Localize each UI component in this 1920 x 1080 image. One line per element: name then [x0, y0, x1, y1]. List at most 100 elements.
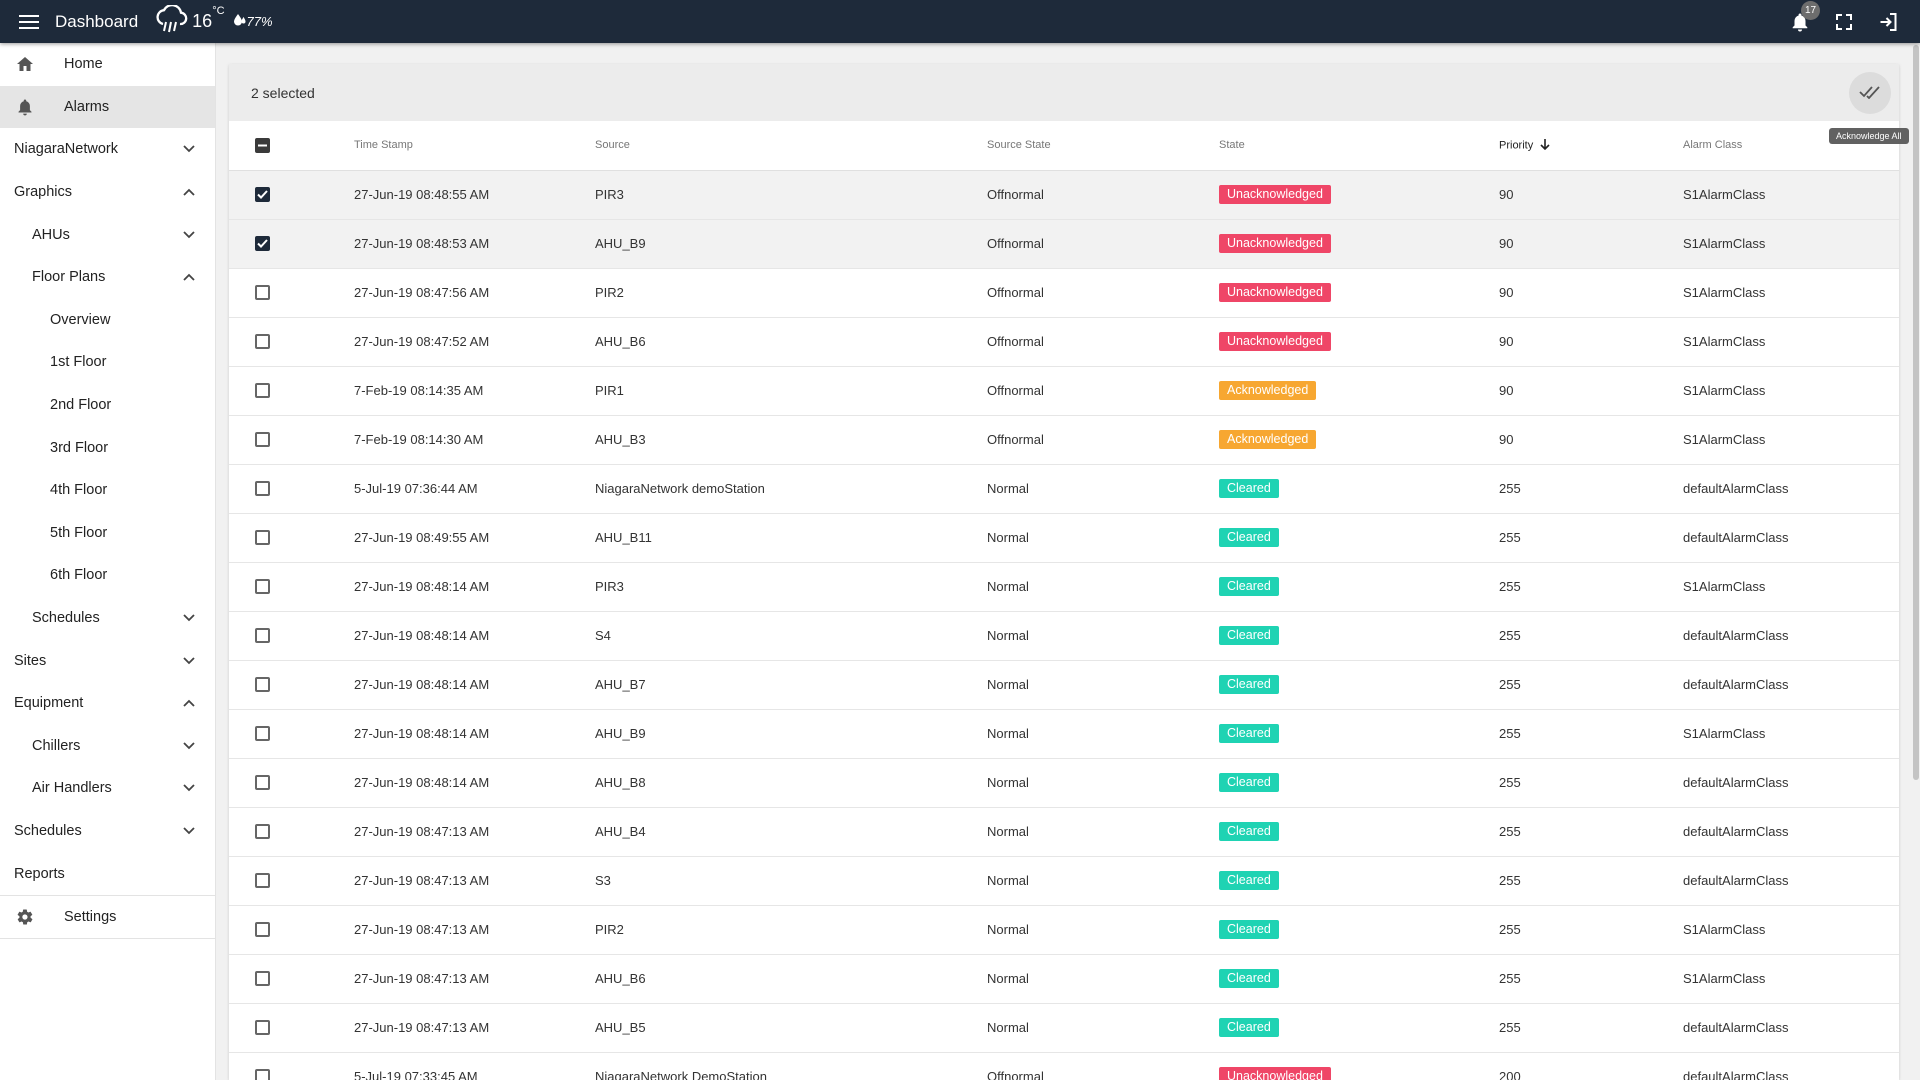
cell-source: AHU_B6: [595, 317, 987, 367]
table-row[interactable]: 27-Jun-19 08:48:14 AM AHU_B9 Normal Cleared…: [229, 709, 1899, 759]
row-select-cell: [229, 366, 354, 416]
row-checkbox[interactable]: [255, 971, 270, 986]
row-checkbox[interactable]: [255, 726, 270, 741]
row-checkbox[interactable]: [255, 432, 270, 447]
cell-state: Cleared: [1219, 660, 1499, 710]
sidebar-item-overview[interactable]: Overview: [0, 299, 215, 342]
sidebar-item-4th-floor[interactable]: 4th Floor: [0, 469, 215, 512]
sidebar-item-floor-plans[interactable]: Floor Plans: [0, 256, 215, 299]
page-scrollbar-thumb[interactable]: [1913, 45, 1919, 780]
cell-source: AHU_B4: [595, 807, 987, 857]
table-row[interactable]: 27-Jun-19 08:47:56 AM PIR2 Offnormal Unackn…: [229, 268, 1899, 318]
sidebar-item-niagaranetwork[interactable]: NiagaraNetwork: [0, 128, 215, 171]
row-select-cell: [229, 219, 354, 269]
sidebar-item-graphics[interactable]: Graphics: [0, 171, 215, 214]
row-select-cell: [229, 905, 354, 955]
cell-state: Unacknowledged: [1219, 1052, 1499, 1080]
table-row[interactable]: 27-Jun-19 08:48:14 AM S4 Normal Cleared 255 d…: [229, 611, 1899, 661]
table-row[interactable]: 27-Jun-19 08:48:14 AM PIR3 Normal Cleared 25…: [229, 562, 1899, 612]
table-row[interactable]: 27-Jun-19 08:47:13 AM S3 Normal Cleared 255 d…: [229, 856, 1899, 906]
sidebar-item-label: Sites: [14, 652, 47, 669]
sidebar-item-air-handlers[interactable]: Air Handlers: [0, 767, 215, 810]
sidebar-item-reports[interactable]: Reports: [0, 852, 215, 895]
table-row[interactable]: 7-Feb-19 08:14:35 AM PIR1 Offnormal Acknowl…: [229, 366, 1899, 416]
table-row[interactable]: 27-Jun-19 08:47:13 AM AHU_B5 Normal Cleared…: [229, 1003, 1899, 1053]
cell-alarm-class: defaultAlarmClass: [1683, 1003, 1899, 1053]
sidebar-item-2nd-floor[interactable]: 2nd Floor: [0, 384, 215, 427]
fullscreen-icon[interactable]: [1832, 10, 1856, 34]
sidebar-item-6th-floor[interactable]: 6th Floor: [0, 554, 215, 597]
row-checkbox[interactable]: [255, 922, 270, 937]
table-row[interactable]: 27-Jun-19 08:48:14 AM AHU_B7 Normal Cleared…: [229, 660, 1899, 710]
table-row[interactable]: 27-Jun-19 08:48:14 AM AHU_B8 Normal Cleared…: [229, 758, 1899, 808]
cell-source-state: Offnormal: [987, 317, 1219, 367]
sidebar-item-ahus[interactable]: AHUs: [0, 213, 215, 256]
column-header-timestamp[interactable]: Time Stamp: [354, 121, 595, 171]
row-checkbox[interactable]: [255, 285, 270, 300]
acknowledge-all-button[interactable]: [1849, 72, 1891, 114]
table-row[interactable]: 7-Feb-19 08:14:30 AM AHU_B3 Offnormal Ackno…: [229, 415, 1899, 465]
select-all-checkbox[interactable]: [255, 137, 270, 153]
cell-source-state: Normal: [987, 1003, 1219, 1053]
sidebar-item-3rd-floor[interactable]: 3rd Floor: [0, 426, 215, 469]
notifications-bell-icon[interactable]: 17: [1788, 0, 1820, 34]
alarms-panel: 2 selected Time Stamp Source Source Stat…: [229, 64, 1899, 1080]
row-checkbox[interactable]: [255, 481, 270, 496]
cell-timestamp: 27-Jun-19 08:48:14 AM: [354, 660, 595, 710]
cell-alarm-class: S1AlarmClass: [1683, 219, 1899, 269]
table-row[interactable]: 27-Jun-19 08:47:13 AM AHU_B6 Normal Cleared…: [229, 954, 1899, 1004]
cell-source: PIR1: [595, 366, 987, 416]
table-row[interactable]: 5-Jul-19 07:33:45 AM NiagaraNetwork DemoS…: [229, 1052, 1899, 1080]
row-checkbox[interactable]: [255, 775, 270, 790]
table-row[interactable]: 27-Jun-19 08:47:52 AM AHU_B6 Offnormal Unac…: [229, 317, 1899, 367]
table-row[interactable]: 27-Jun-19 08:47:13 AM PIR2 Normal Cleared 25…: [229, 905, 1899, 955]
table-row[interactable]: 27-Jun-19 08:48:55 AM PIR3 Offnormal Unackn…: [229, 170, 1899, 220]
row-checkbox[interactable]: [255, 677, 270, 692]
table-row[interactable]: 27-Jun-19 08:47:13 AM AHU_B4 Normal Cleared…: [229, 807, 1899, 857]
table-row[interactable]: 5-Jul-19 07:36:44 AM NiagaraNetwork demoS…: [229, 464, 1899, 514]
row-checkbox[interactable]: [255, 187, 270, 202]
cell-priority: 255: [1499, 709, 1683, 759]
cell-source: AHU_B3: [595, 415, 987, 465]
sidebar-item-graphics-schedules[interactable]: Schedules: [0, 597, 215, 640]
sidebar-item-settings[interactable]: Settings: [0, 896, 215, 939]
sidebar-item-chillers[interactable]: Chillers: [0, 725, 215, 768]
row-checkbox[interactable]: [255, 579, 270, 594]
row-checkbox[interactable]: [255, 383, 270, 398]
sidebar-item-sites[interactable]: Sites: [0, 639, 215, 682]
row-checkbox[interactable]: [255, 1020, 270, 1035]
cell-priority: 255: [1499, 1003, 1683, 1053]
cell-priority: 90: [1499, 170, 1683, 220]
row-checkbox[interactable]: [255, 824, 270, 839]
hamburger-menu-icon[interactable]: [17, 10, 41, 34]
sidebar-item-alarms[interactable]: Alarms: [0, 85, 215, 129]
row-checkbox[interactable]: [255, 530, 270, 545]
row-select-cell: [229, 807, 354, 857]
cell-source: S3: [595, 856, 987, 906]
row-checkbox[interactable]: [255, 236, 270, 251]
row-checkbox[interactable]: [255, 628, 270, 643]
sidebar-item-1st-floor[interactable]: 1st Floor: [0, 341, 215, 384]
column-header-state[interactable]: State: [1219, 121, 1499, 171]
sidebar-item-5th-floor[interactable]: 5th Floor: [0, 512, 215, 555]
cell-priority: 90: [1499, 366, 1683, 416]
row-checkbox[interactable]: [255, 873, 270, 888]
table-row[interactable]: 27-Jun-19 08:48:53 AM AHU_B9 Offnormal Unac…: [229, 219, 1899, 269]
cell-source: PIR2: [595, 268, 987, 318]
table-row[interactable]: 27-Jun-19 08:49:55 AM AHU_B11 Normal Cleare…: [229, 513, 1899, 563]
sidebar-item-home[interactable]: Home: [0, 43, 215, 86]
column-header-source-state[interactable]: Source State: [987, 121, 1219, 171]
row-select-cell: [229, 415, 354, 465]
column-header-priority[interactable]: Priority: [1499, 121, 1683, 171]
sidebar-item-label: Chillers: [32, 737, 81, 754]
row-select-cell: [229, 954, 354, 1004]
logout-icon[interactable]: [1876, 10, 1900, 34]
row-checkbox[interactable]: [255, 1069, 270, 1080]
sidebar-item-equipment[interactable]: Equipment: [0, 682, 215, 725]
sidebar-item-schedules[interactable]: Schedules: [0, 810, 215, 853]
cell-source: AHU_B5: [595, 1003, 987, 1053]
column-header-source[interactable]: Source: [595, 121, 987, 171]
notification-count-badge: 17: [1801, 0, 1820, 20]
row-checkbox[interactable]: [255, 334, 270, 349]
cell-source-state: Offnormal: [987, 268, 1219, 318]
